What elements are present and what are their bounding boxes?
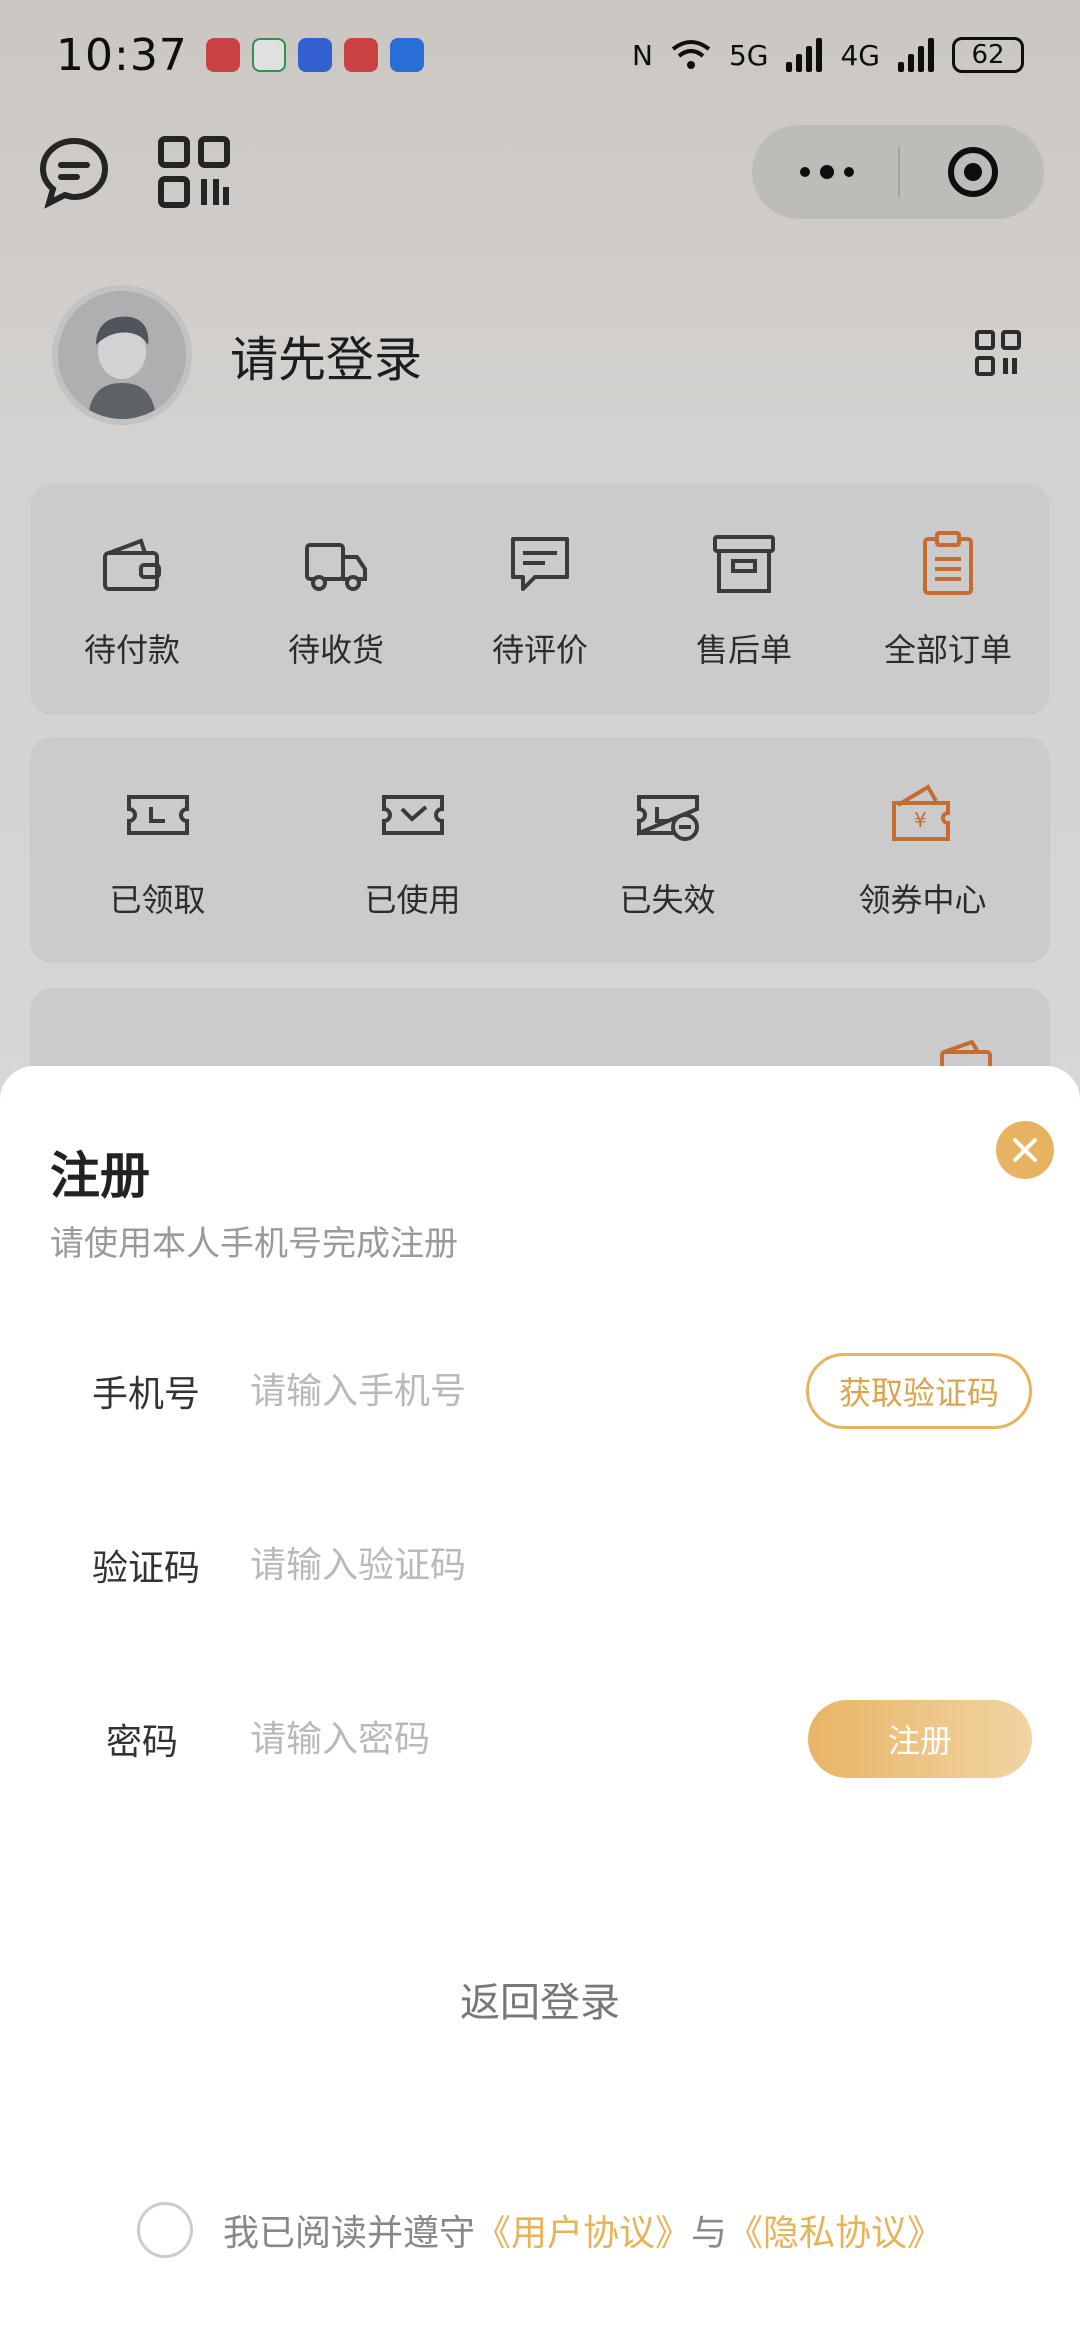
back-to-login-link[interactable]: 返回登录 — [0, 1970, 1080, 2028]
register-button[interactable]: 注册 — [808, 1700, 1032, 1778]
user-agreement-link[interactable]: 《用户协议》 — [475, 2204, 691, 2256]
register-sheet: 注册 请使用本人手机号完成注册 手机号 获取验证码 验证码 密码 注册 返回登录… — [0, 1066, 1080, 2340]
password-row: 密码 注册 — [0, 1684, 1080, 1794]
code-input[interactable] — [250, 1544, 1080, 1586]
sheet-subtitle: 请使用本人手机号完成注册 — [50, 1224, 458, 1264]
modal-overlay[interactable] — [0, 0, 1080, 1100]
code-row: 验证码 — [0, 1510, 1080, 1620]
password-label: 密码 — [105, 1722, 178, 1763]
sheet-title: 注册 — [50, 1147, 150, 1205]
get-code-button[interactable]: 获取验证码 — [806, 1353, 1032, 1429]
agree-text: 我已阅读并遵守 — [222, 2213, 475, 2254]
privacy-agreement-link[interactable]: 《隐私协议》 — [727, 2204, 943, 2256]
agree-and-text: 与 — [691, 2213, 728, 2254]
code-label: 验证码 — [91, 1548, 200, 1589]
phone-row: 手机号 获取验证码 — [0, 1336, 1080, 1446]
close-icon — [1013, 1138, 1037, 1162]
agree-checkbox[interactable] — [136, 2202, 193, 2258]
close-button[interactable] — [996, 1121, 1054, 1179]
agreement-row: 我已阅读并遵守 《用户协议》 与 《隐私协议》 — [0, 2202, 1080, 2258]
phone-label: 手机号 — [91, 1374, 200, 1415]
